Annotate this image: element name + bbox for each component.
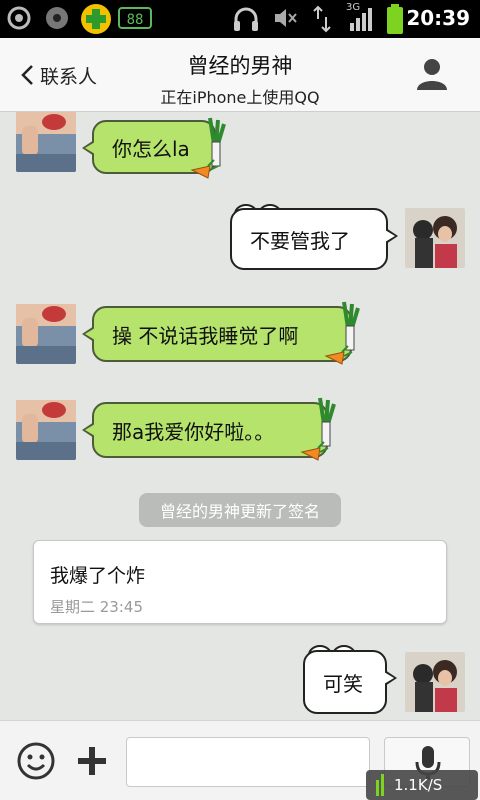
battery-widget-icon: 88 [118,7,152,29]
status-bar: 88 3G 20:39 [0,0,480,38]
leek-icon [190,117,226,179]
my-avatar[interactable] [405,208,465,268]
back-label: 联系人 [40,65,98,88]
speed-bars-icon [376,774,384,796]
settings-icon [7,6,31,30]
svg-text:88: 88 [127,12,144,28]
media-icon [46,7,68,29]
chevron-left-icon [21,65,33,85]
message-text: 你怎么la [112,136,190,161]
signature-time: 星期二 23:45 [50,598,143,616]
person-icon[interactable] [414,56,450,92]
message-list[interactable]: 你怎么la 不要管我了 操 不说话我睡觉了啊 那a我爱你好啦。。 曾经的男神更新… [0,112,480,720]
headset-icon [234,7,258,31]
smiley-icon[interactable] [16,741,56,781]
presence-status: 正在iPhone上使用QQ [160,88,320,107]
signature-card[interactable]: 我爆了个炸 星期二 23:45 [33,540,447,624]
message-text: 操 不说话我睡觉了啊 [112,323,299,348]
signal-icon [350,8,372,31]
message-bubble[interactable]: 不要管我了 [230,208,398,270]
contact-avatar[interactable] [16,112,76,172]
page-title: 曾经的男神 [187,54,293,78]
message-bubble[interactable]: 操 不说话我睡觉了啊 [82,306,352,362]
my-avatar[interactable] [405,652,465,712]
leek-icon [300,397,336,461]
battery-icon [387,4,403,34]
leek-icon [324,301,360,365]
title-block: 曾经的男神 正在iPhone上使用QQ [110,50,370,108]
message-bubble[interactable]: 可笑 [303,650,397,714]
360-security-icon [81,4,111,34]
message-bubble[interactable]: 那a我爱你好啦。。 [82,402,328,458]
data-transfer-icon [313,5,331,33]
message-text: 可笑 [323,671,363,696]
message-text: 不要管我了 [250,228,350,253]
contact-avatar[interactable] [16,400,76,460]
contact-avatar[interactable] [16,304,76,364]
message-input[interactable] [126,737,370,787]
clock: 20:39 [406,6,470,30]
back-button[interactable]: 联系人 [12,52,105,98]
plus-icon[interactable] [72,741,112,781]
network-speed-overlay: 1.1K/S [366,770,478,800]
message-text: 那a我爱你好啦。。 [112,419,275,444]
mute-icon [275,9,297,27]
system-notice: 曾经的男神更新了签名 [139,493,341,527]
network-speed: 1.1K/S [394,776,443,794]
chat-header: 联系人 曾经的男神 正在iPhone上使用QQ [0,38,480,112]
signature-text: 我爆了个炸 [50,565,146,587]
